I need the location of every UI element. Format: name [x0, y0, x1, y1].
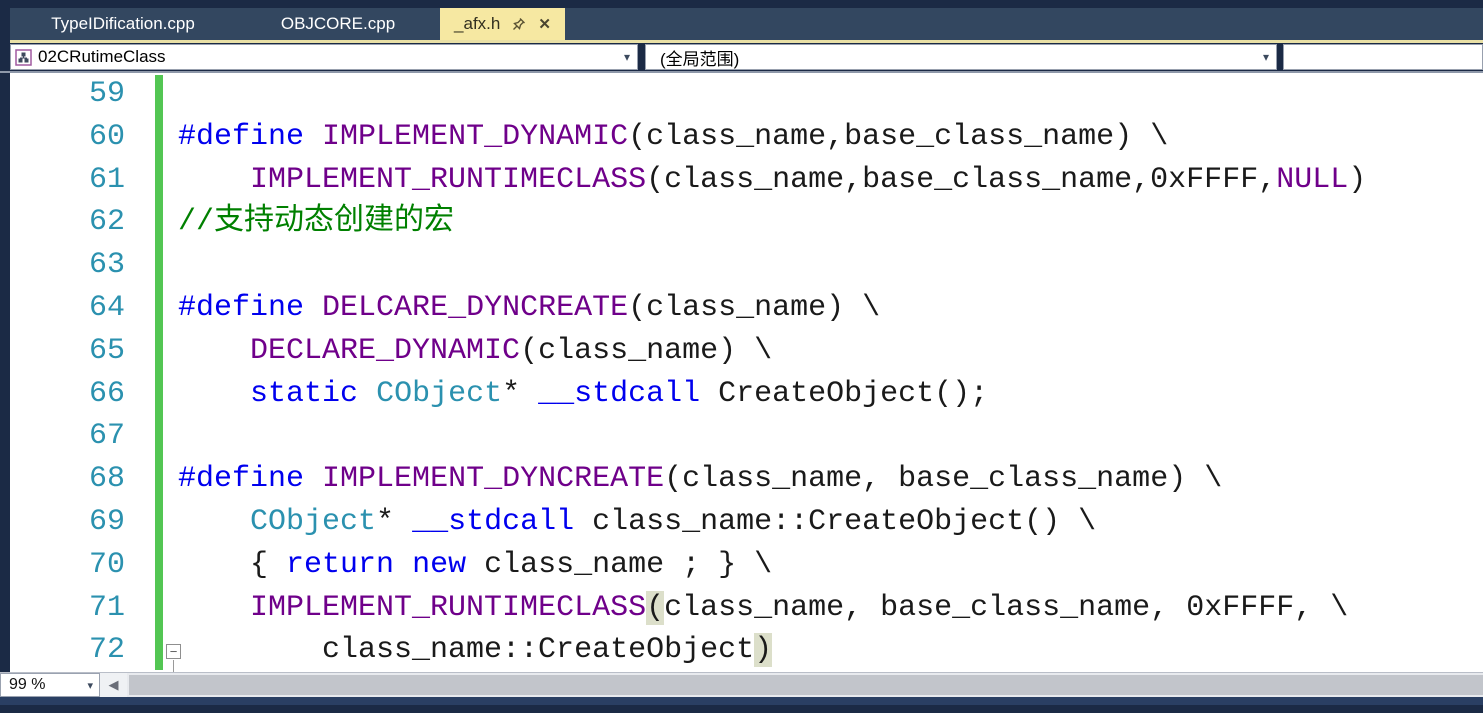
code-line: 72 class_name::CreateObject) [10, 629, 1483, 672]
close-icon[interactable]: ✕ [538, 15, 551, 33]
tab-afx-active[interactable]: _afx.h ✕ [440, 8, 565, 40]
horizontal-scrollbar[interactable] [127, 673, 1483, 697]
tab-typeidification[interactable]: TypeIDification.cpp [10, 8, 236, 40]
window-frame-bottom [0, 697, 1483, 705]
scope-dropdown[interactable]: (全局范围) ▾ [645, 44, 1277, 70]
code-line: 63 [10, 244, 1483, 287]
code-text: CObject* __stdcall class_name::CreateObj… [250, 504, 1097, 539]
code-line: 64 #define DELCARE_DYNCREATE(class_name) … [10, 287, 1483, 330]
tab-label: TypeIDification.cpp [51, 14, 195, 33]
code-text: DECLARE_DYNAMIC(class_name) \ [250, 333, 773, 368]
types-dropdown[interactable]: 02CRutimeClass ▾ [10, 44, 638, 70]
line-number: 67 [88, 419, 125, 454]
code-text: #define IMPLEMENT_DYNCREATE(class_name, … [178, 462, 1223, 497]
code-text: //支持动态创建的宏 [178, 205, 455, 240]
bottom-bar: 99 % ▾ ◀ [0, 672, 1483, 697]
line-number: 72 [88, 633, 125, 668]
line-number: 69 [88, 504, 125, 539]
line-number: 65 [88, 333, 125, 368]
outline-guide [173, 660, 174, 672]
code-line: 65 DECLARE_DYNAMIC(class_name) \ [10, 330, 1483, 373]
change-tracking-bar [155, 75, 163, 670]
tab-objcore[interactable]: OBJCORE.cpp [236, 8, 440, 40]
code-line: 61 IMPLEMENT_RUNTIMECLASS(class_name,bas… [10, 159, 1483, 202]
code-text: IMPLEMENT_RUNTIMECLASS(class_name,base_c… [250, 162, 1367, 197]
members-dropdown[interactable] [1283, 44, 1483, 70]
line-number: 71 [88, 590, 125, 625]
code-text: IMPLEMENT_RUNTIMECLASS(class_name, base_… [250, 590, 1349, 625]
line-number: 66 [88, 376, 125, 411]
code-line: 71 IMPLEMENT_RUNTIMECLASS(class_name, ba… [10, 587, 1483, 630]
line-number: 64 [88, 290, 125, 325]
code-line: 59 [10, 73, 1483, 116]
code-line: 69 CObject* __stdcall class_name::Create… [10, 501, 1483, 544]
code-text: class_name::CreateObject) [178, 633, 773, 668]
tab-label: _afx.h [454, 14, 501, 33]
zoom-level-value: 99 % [9, 676, 46, 693]
code-text: static CObject* __stdcall CreateObject()… [250, 376, 989, 411]
code-lines: 59 60 #define IMPLEMENT_DYNAMIC(class_name… [10, 73, 1483, 672]
code-text: #define IMPLEMENT_DYNAMIC(class_name,bas… [178, 119, 1169, 154]
code-text: { return new class_name ; } \ [178, 547, 773, 582]
scope-dropdown-value: (全局范围) [660, 49, 740, 69]
code-editor[interactable]: 59 60 #define IMPLEMENT_DYNAMIC(class_name… [10, 73, 1483, 672]
line-number: 61 [88, 162, 125, 197]
code-text: #define DELCARE_DYNCREATE(class_name) \ [178, 290, 881, 325]
scroll-left-button[interactable]: ◀ [100, 673, 127, 697]
code-line: 62 //支持动态创建的宏 [10, 201, 1483, 244]
outline-collapse-icon[interactable]: − [166, 644, 181, 659]
line-number: 70 [88, 547, 125, 582]
code-line: 66 static CObject* __stdcall CreateObjec… [10, 373, 1483, 416]
zoom-dropdown[interactable]: 99 % ▾ [0, 673, 100, 697]
navigation-bar: 02CRutimeClass ▾ (全局范围) ▾ [0, 43, 1483, 73]
chevron-down-icon: ▾ [623, 50, 630, 64]
chevron-down-icon: ▾ [87, 679, 93, 692]
code-line: 67 [10, 415, 1483, 458]
line-number: 62 [88, 205, 125, 240]
line-number: 68 [88, 462, 125, 497]
class-icon [15, 48, 32, 66]
code-line: 60 #define IMPLEMENT_DYNAMIC(class_name,b… [10, 116, 1483, 159]
line-number: 60 [88, 119, 125, 154]
tab-bar: TypeIDification.cpp OBJCORE.cpp _afx.h ✕ [10, 8, 1483, 40]
line-number: 59 [88, 77, 125, 111]
code-line: 68 #define IMPLEMENT_DYNCREATE(class_name… [10, 458, 1483, 501]
chevron-down-icon: ▾ [1262, 50, 1269, 64]
scrollbar-thumb[interactable] [129, 675, 1483, 695]
pin-icon[interactable] [512, 17, 526, 31]
types-dropdown-value: 02CRutimeClass [38, 47, 166, 66]
tab-label: OBJCORE.cpp [280, 14, 396, 33]
line-number: 63 [88, 248, 125, 283]
code-line: 70 { return new class_name ; } \ [10, 544, 1483, 587]
